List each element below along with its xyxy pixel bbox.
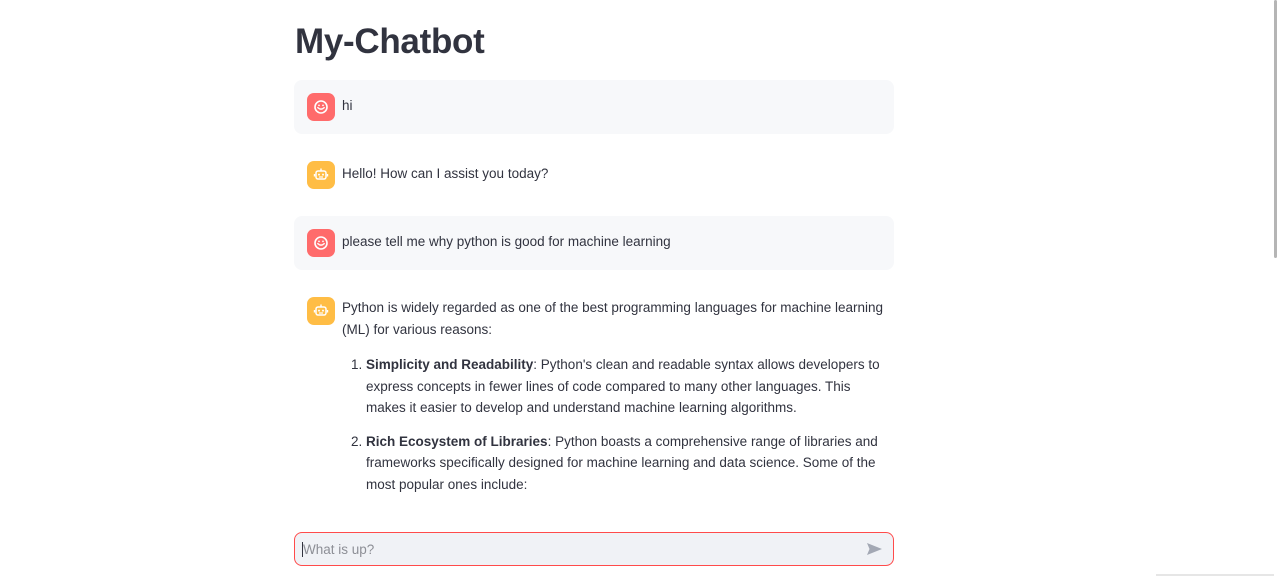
chat-message-assistant: Python is widely regarded as one of the … [294, 284, 894, 514]
smiley-face-icon [314, 100, 328, 114]
send-button[interactable] [863, 539, 885, 559]
list-item-title: Rich Ecosystem of Libraries [366, 433, 548, 449]
chat-input[interactable] [303, 533, 843, 565]
user-avatar [307, 93, 335, 121]
smiley-face-icon [314, 236, 328, 250]
list-item: Rich Ecosystem of Libraries: Python boas… [366, 431, 890, 496]
page-title: My-Chatbot [295, 22, 485, 61]
message-text: please tell me why python is good for ma… [342, 234, 671, 249]
chat-message-user: please tell me why python is good for ma… [294, 216, 894, 270]
message-text: Hello! How can I assist you today? [342, 166, 549, 181]
text-caret [302, 542, 303, 557]
app-page: My-Chatbot hi Hello! How can I assist yo… [0, 0, 1277, 576]
chat-input-container [294, 532, 894, 566]
list-item-title: Simplicity and Readability [366, 357, 534, 372]
answer-intro: Python is widely regarded as one of the … [342, 300, 884, 337]
assistant-avatar [307, 297, 335, 325]
message-text: hi [342, 98, 353, 113]
chat-message-user: hi [294, 80, 894, 134]
list-item: Simplicity and Readability: Python's cle… [366, 354, 890, 419]
answer-list: Simplicity and Readability: Python's cle… [342, 354, 890, 495]
robot-icon [313, 168, 329, 180]
chat-message-assistant: Hello! How can I assist you today? [294, 148, 894, 202]
assistant-avatar [307, 161, 335, 189]
message-text: Python is widely regarded as one of the … [342, 297, 890, 507]
user-avatar [307, 229, 335, 257]
send-arrow-icon [866, 543, 882, 555]
robot-icon [313, 304, 329, 316]
